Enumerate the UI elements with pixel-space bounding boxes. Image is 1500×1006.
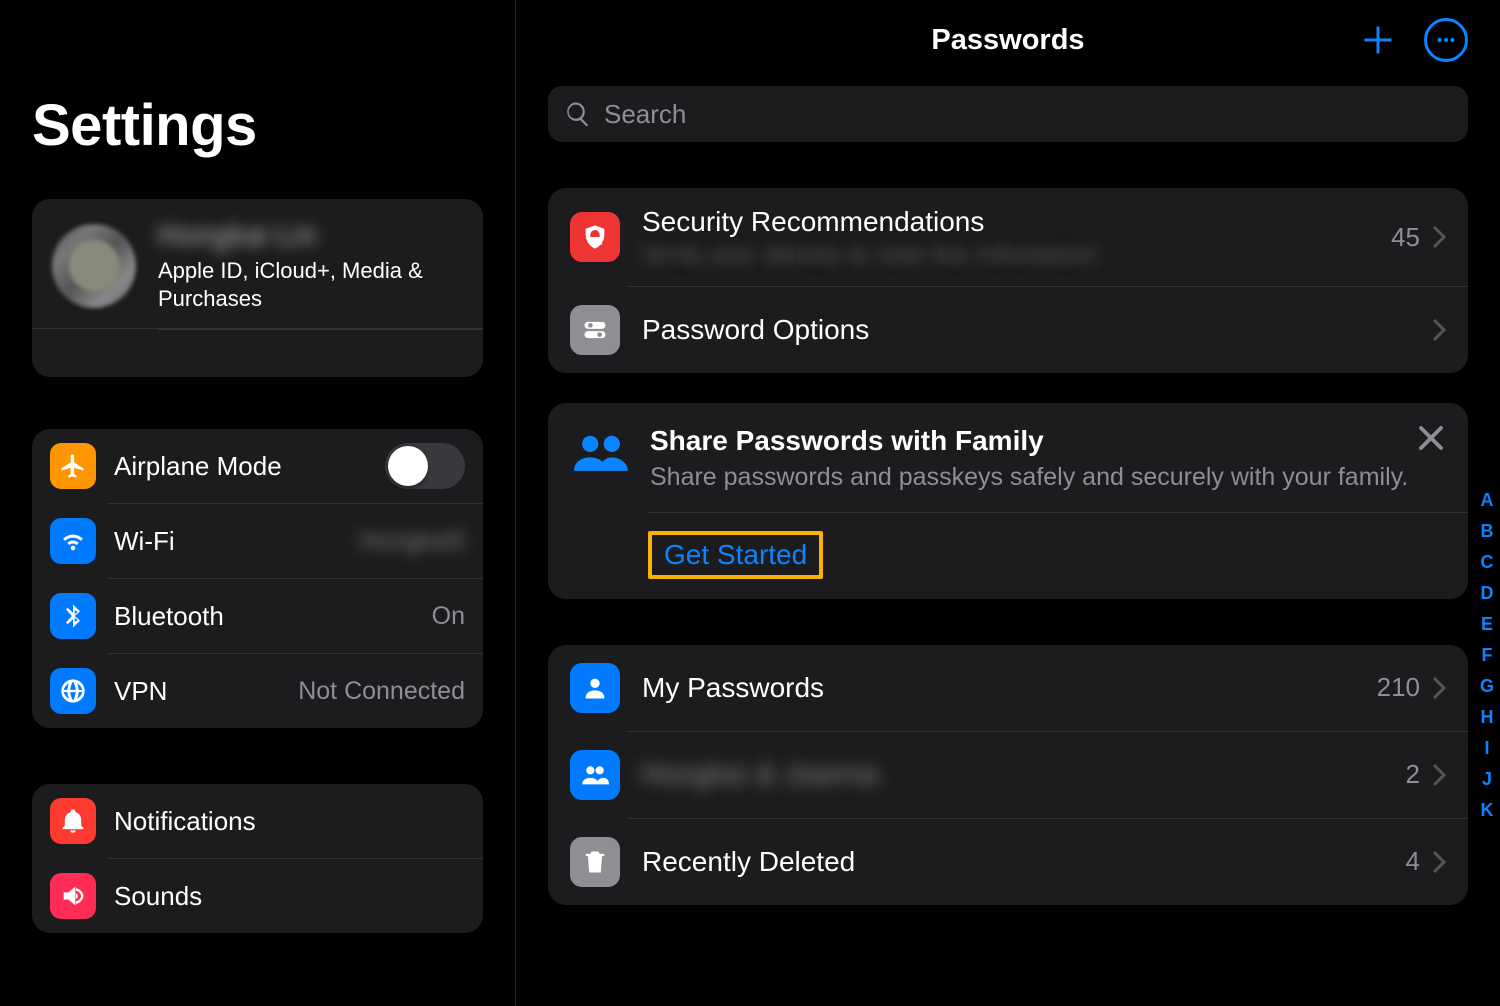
settings-title: Settings — [32, 92, 483, 159]
profile-subtitle: Apple ID, iCloud+, Media & Purchases — [158, 257, 463, 312]
people-icon — [570, 750, 620, 800]
index-letter[interactable]: C — [1480, 552, 1493, 573]
bluetooth-label: Bluetooth — [114, 601, 432, 632]
wifi-label: Wi-Fi — [114, 526, 359, 557]
index-letter[interactable]: J — [1482, 769, 1492, 790]
person-icon — [570, 663, 620, 713]
index-letter[interactable]: E — [1481, 614, 1493, 635]
promo-subtitle: Share passwords and passkeys safely and … — [650, 461, 1412, 494]
recently-deleted-row[interactable]: Recently Deleted 4 — [548, 819, 1468, 905]
security-subtitle-obscured: Verify your identity to view this inform… — [642, 242, 1391, 268]
bluetooth-icon — [50, 593, 96, 639]
wifi-icon — [50, 518, 96, 564]
trash-icon — [570, 837, 620, 887]
index-letter[interactable]: H — [1480, 707, 1493, 728]
airplane-label: Airplane Mode — [114, 451, 385, 482]
profile-name-obscured: Hongkai Lin — [158, 219, 463, 253]
index-letter[interactable]: K — [1480, 800, 1493, 821]
shared-group-row[interactable]: Hongkai & Joanna 2 — [548, 732, 1468, 818]
security-title: Security Recommendations — [642, 206, 1391, 238]
promo-action-area: Get Started — [548, 513, 1468, 599]
connectivity-group: Airplane Mode Wi-Fi Hongkai5 Bluetooth O… — [32, 429, 483, 728]
passwords-lists-group: My Passwords 210 Hongkai & Joanna 2 Rece… — [548, 645, 1468, 905]
ellipsis-icon — [1435, 29, 1457, 51]
promo-title: Share Passwords with Family — [650, 425, 1412, 457]
chevron-right-icon — [1432, 225, 1446, 249]
index-letter[interactable]: I — [1484, 738, 1489, 759]
sounds-label: Sounds — [114, 881, 465, 912]
search-icon — [564, 100, 592, 128]
security-text: Security Recommendations Verify your ide… — [642, 206, 1391, 268]
my-passwords-count: 210 — [1377, 672, 1420, 703]
chevron-right-icon — [1432, 763, 1446, 787]
search-field[interactable] — [548, 86, 1468, 142]
notifications-row[interactable]: Notifications — [32, 784, 483, 858]
vpn-row[interactable]: VPN Not Connected — [32, 654, 483, 728]
password-options-text: Password Options — [642, 314, 1432, 346]
get-started-highlight: Get Started — [648, 531, 823, 579]
avatar — [52, 224, 136, 308]
shield-alert-icon — [570, 212, 620, 262]
recently-deleted-count: 4 — [1406, 846, 1420, 877]
my-passwords-row[interactable]: My Passwords 210 — [548, 645, 1468, 731]
bluetooth-row[interactable]: Bluetooth On — [32, 579, 483, 653]
close-button[interactable] — [1416, 423, 1446, 453]
profile-spacer — [158, 329, 483, 377]
recently-deleted-label: Recently Deleted — [642, 846, 1406, 878]
promo-text: Share Passwords with Family Share passwo… — [650, 425, 1442, 494]
people-icon — [574, 425, 628, 479]
toggles-icon — [570, 305, 620, 355]
header-actions — [1356, 18, 1468, 62]
wifi-value-obscured: Hongkai5 — [359, 527, 465, 556]
chevron-right-icon — [1432, 676, 1446, 700]
main-pane: Passwords Security Recommendations Verif… — [516, 0, 1500, 1006]
more-button[interactable] — [1424, 18, 1468, 62]
shared-group-count: 2 — [1406, 759, 1420, 790]
index-letter[interactable]: G — [1480, 676, 1494, 697]
index-letter[interactable]: B — [1480, 521, 1493, 542]
security-count: 45 — [1391, 222, 1420, 253]
password-options-row[interactable]: Password Options — [548, 287, 1468, 373]
profile-text: Hongkai Lin Apple ID, iCloud+, Media & P… — [158, 219, 463, 312]
speaker-icon — [50, 873, 96, 919]
globe-icon — [50, 668, 96, 714]
chevron-right-icon — [1432, 850, 1446, 874]
plus-icon — [1360, 22, 1396, 58]
vpn-label: VPN — [114, 676, 298, 707]
sounds-row[interactable]: Sounds — [32, 859, 483, 933]
index-letter[interactable]: A — [1480, 490, 1493, 511]
security-group: Security Recommendations Verify your ide… — [548, 188, 1468, 373]
share-family-promo: Share Passwords with Family Share passwo… — [548, 403, 1468, 599]
index-letter[interactable]: F — [1481, 645, 1492, 666]
apple-id-row[interactable]: Hongkai Lin Apple ID, iCloud+, Media & P… — [32, 199, 483, 329]
password-options-label: Password Options — [642, 314, 1432, 346]
search-input[interactable] — [604, 99, 1452, 130]
profile-card: Hongkai Lin Apple ID, iCloud+, Media & P… — [32, 199, 483, 377]
airplane-icon — [50, 443, 96, 489]
bell-icon — [50, 798, 96, 844]
index-letter[interactable]: D — [1480, 583, 1493, 604]
general-group: Notifications Sounds — [32, 784, 483, 933]
security-recommendations-row[interactable]: Security Recommendations Verify your ide… — [548, 188, 1468, 286]
close-icon — [1416, 423, 1446, 453]
main-header: Passwords — [548, 0, 1468, 80]
settings-sidebar: Settings Hongkai Lin Apple ID, iCloud+, … — [0, 0, 516, 1006]
alpha-index-rail[interactable]: A B C D E F G H I J K — [1480, 490, 1494, 821]
my-passwords-label: My Passwords — [642, 672, 1377, 704]
vpn-value: Not Connected — [298, 677, 465, 706]
chevron-right-icon — [1432, 318, 1446, 342]
shared-group-label-obscured: Hongkai & Joanna — [642, 759, 1406, 790]
bluetooth-value: On — [432, 602, 465, 631]
airplane-mode-row[interactable]: Airplane Mode — [32, 429, 483, 503]
page-title: Passwords — [931, 24, 1084, 57]
notifications-label: Notifications — [114, 806, 465, 837]
get-started-button[interactable]: Get Started — [664, 539, 807, 571]
add-button[interactable] — [1356, 18, 1400, 62]
airplane-toggle[interactable] — [385, 443, 465, 489]
wifi-row[interactable]: Wi-Fi Hongkai5 — [32, 504, 483, 578]
